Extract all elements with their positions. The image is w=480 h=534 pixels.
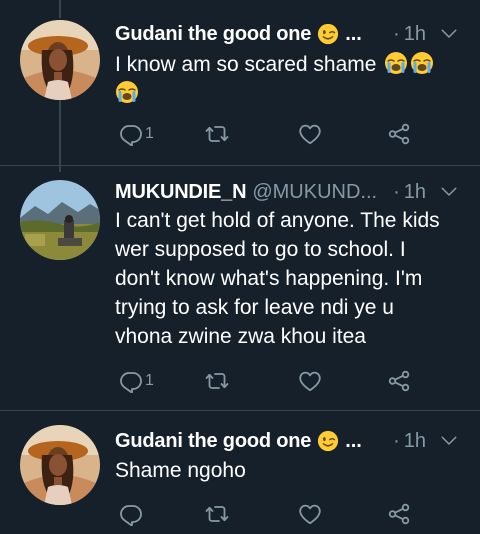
tweet-actions: 1 xyxy=(115,366,425,396)
tweet-text: I can't get hold of anyone. The kids wer… xyxy=(115,206,464,351)
avatar-image xyxy=(20,20,100,100)
timestamp[interactable]: 1h xyxy=(404,23,426,46)
share-button[interactable] xyxy=(387,119,411,149)
like-icon xyxy=(298,369,322,393)
share-icon xyxy=(387,369,411,393)
winking-face-emoji xyxy=(317,23,339,45)
chevron-down-icon[interactable] xyxy=(440,25,458,43)
avatar[interactable] xyxy=(20,180,100,260)
reply-icon xyxy=(119,122,143,146)
tweet-actions xyxy=(115,499,425,529)
tweet-text-line: don't know what's happening. I'm xyxy=(115,267,423,290)
tweet[interactable]: MUKUNDIE_N @MUKUND... · 1h I can't get h… xyxy=(0,166,480,410)
tweet-header: MUKUNDIE_N @MUKUND... · 1h xyxy=(115,178,466,206)
tweet-text: I know am so scared shame xyxy=(115,50,464,108)
display-name[interactable]: Gudani the good one xyxy=(115,23,311,46)
display-name[interactable]: Gudani the good one xyxy=(115,430,311,453)
retweet-icon xyxy=(205,502,229,526)
reply-icon xyxy=(119,502,143,526)
tweet-header: Gudani the good one ... · 1h xyxy=(115,20,466,48)
reply-button[interactable] xyxy=(119,499,143,529)
tweet-text-content: Shame ngoho xyxy=(115,459,246,482)
avatar[interactable] xyxy=(20,20,100,100)
user-handle[interactable]: @MUKUND... xyxy=(252,181,377,204)
retweet-icon xyxy=(205,122,229,146)
share-icon xyxy=(387,122,411,146)
share-button[interactable] xyxy=(387,499,411,529)
tweet-text-line: wer supposed to go to school. I xyxy=(115,238,406,261)
tweet-text-line: vhona zwine zwa khou itea xyxy=(115,325,366,348)
tweet-text-content: I know am so scared shame xyxy=(115,53,377,76)
retweet-icon xyxy=(205,369,229,393)
avatar[interactable] xyxy=(20,425,100,505)
name-ellipsis: ... xyxy=(345,22,362,45)
tweet-header: Gudani the good one ... · 1h xyxy=(115,427,466,455)
tweet[interactable]: Gudani the good one ... · 1h I know am s… xyxy=(0,0,480,160)
like-icon xyxy=(298,502,322,526)
reply-icon xyxy=(119,369,143,393)
share-icon xyxy=(387,502,411,526)
winking-face-emoji xyxy=(317,430,339,452)
display-name[interactable]: MUKUNDIE_N xyxy=(115,181,247,204)
retweet-button[interactable] xyxy=(205,119,229,149)
separator-dot: · xyxy=(393,22,400,45)
loudly-crying-face-emoji xyxy=(115,80,139,104)
loudly-crying-face-emoji xyxy=(410,51,434,75)
tweet-text-line: I can't get hold of anyone. The kids xyxy=(115,209,440,232)
loudly-crying-face-emoji xyxy=(384,51,408,75)
share-button[interactable] xyxy=(387,366,411,396)
tweet[interactable]: Gudani the good one ... · 1h Shame ngoho xyxy=(0,411,480,534)
separator-dot: · xyxy=(393,180,400,203)
reply-button[interactable]: 1 xyxy=(119,366,154,396)
tweet-text-line: trying to ask for leave ndi ye u xyxy=(115,296,394,319)
timestamp[interactable]: 1h xyxy=(404,181,426,204)
reply-button[interactable]: 1 xyxy=(119,119,154,149)
name-ellipsis: ... xyxy=(345,429,362,452)
reply-count: 1 xyxy=(145,125,154,142)
avatar-image xyxy=(20,425,100,505)
tweet-actions: 1 xyxy=(115,119,425,149)
like-button[interactable] xyxy=(298,366,322,396)
like-button[interactable] xyxy=(298,499,322,529)
chevron-down-icon[interactable] xyxy=(440,432,458,450)
reply-count: 1 xyxy=(145,372,154,389)
retweet-button[interactable] xyxy=(205,499,229,529)
like-icon xyxy=(298,122,322,146)
timestamp[interactable]: 1h xyxy=(404,430,426,453)
avatar-image xyxy=(20,180,100,260)
retweet-button[interactable] xyxy=(205,366,229,396)
like-button[interactable] xyxy=(298,119,322,149)
separator-dot: · xyxy=(393,429,400,452)
chevron-down-icon[interactable] xyxy=(440,183,458,201)
tweet-text: Shame ngoho xyxy=(115,456,464,485)
